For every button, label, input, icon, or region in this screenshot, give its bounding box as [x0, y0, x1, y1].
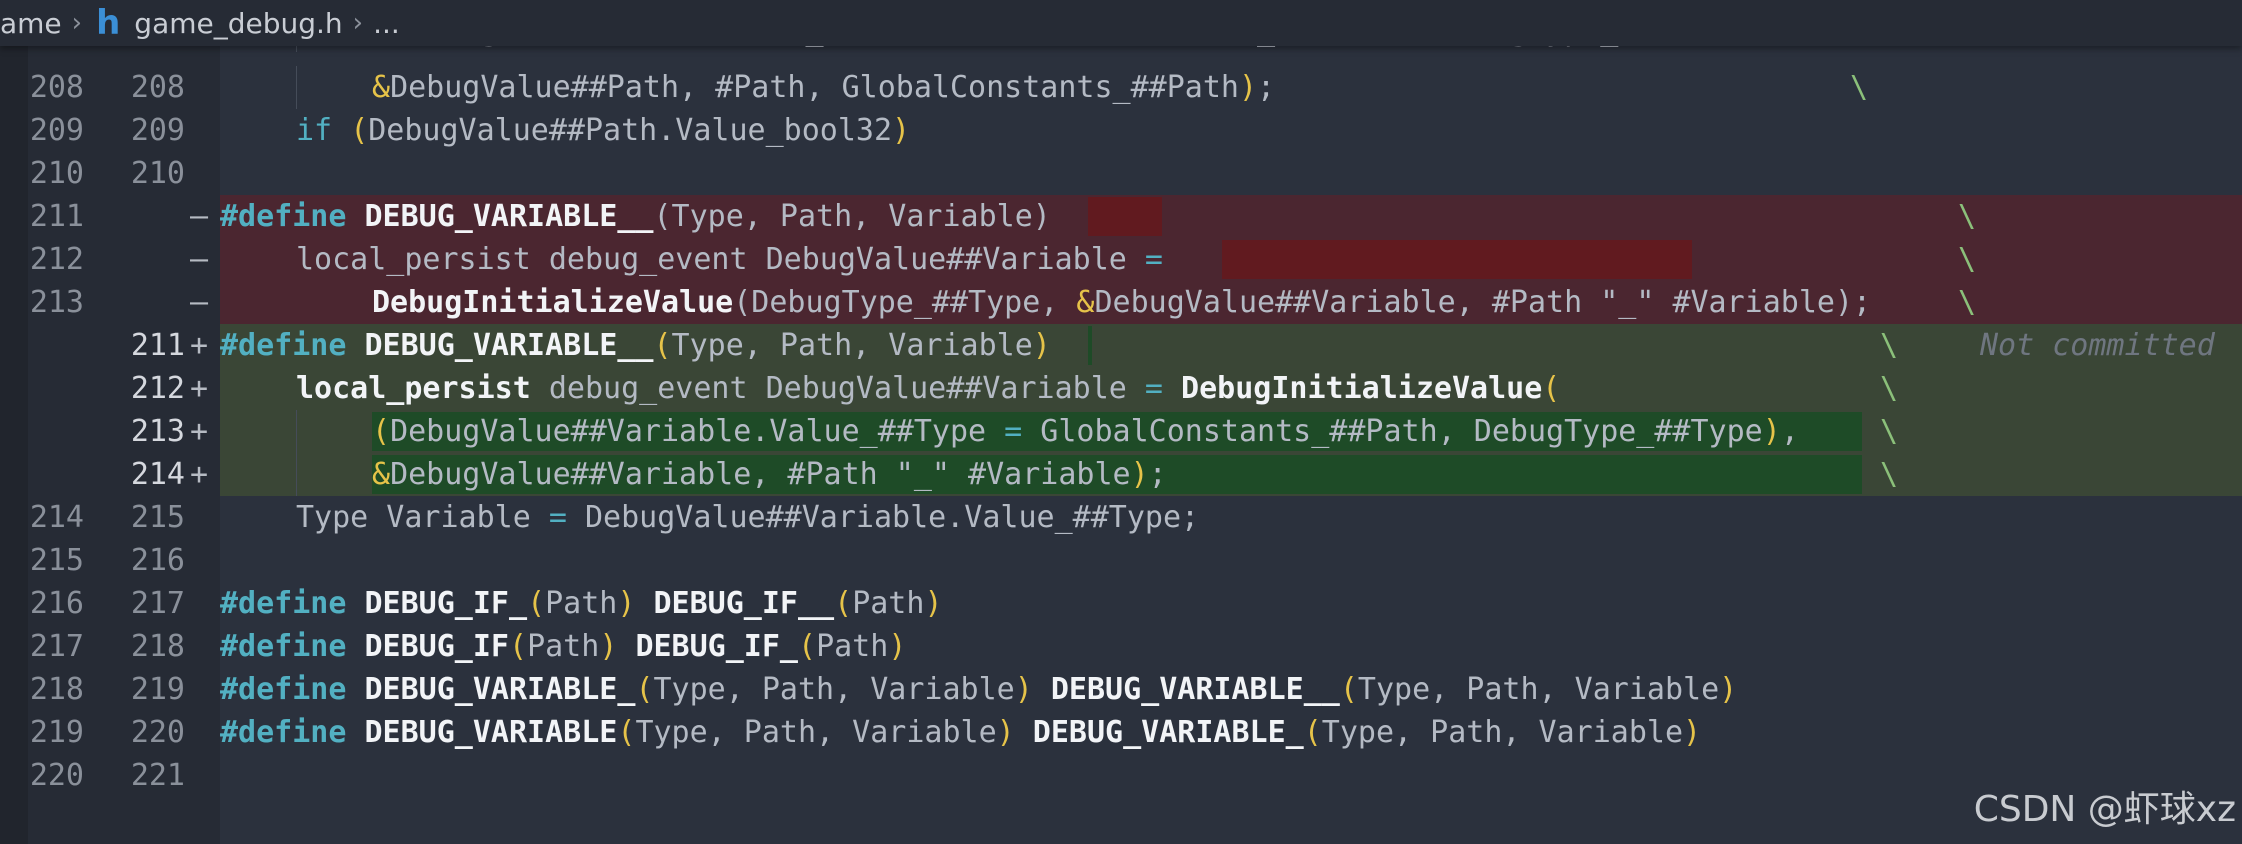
old-line-number: 216	[29, 586, 84, 621]
old-line-number: 215	[29, 543, 84, 578]
line-text: Type Variable = DebugValue##Variable.Val…	[296, 500, 1200, 535]
line-text: #define DEBUG_VARIABLE_(Type, Path, Vari…	[220, 672, 1738, 707]
line-continuation: \	[1880, 328, 1899, 363]
chevron-right-icon: ›	[352, 8, 364, 38]
old-line-number: 219	[29, 715, 84, 750]
code-line[interactable]: 210 210	[0, 152, 2242, 195]
deletion-marker: —	[189, 242, 209, 277]
code-line[interactable]: 219 220 #define DEBUG_VARIABLE(Type, Pat…	[0, 711, 2242, 754]
line-text: #define DEBUG_IF(Path) DEBUG_IF_(Path)	[220, 629, 907, 664]
new-line-number: 214	[130, 457, 185, 492]
line-text: #define DEBUG_IF_(Path) DEBUG_IF__(Path)	[220, 586, 943, 621]
deletion-marker: —	[189, 199, 209, 234]
line-text: if (DebugValue##Path.Value_bool32)	[296, 113, 911, 148]
new-line-number: 208	[130, 70, 185, 105]
code-line[interactable]: 209 209 if (DebugValue##Path.Value_bool3…	[0, 109, 2242, 152]
code-line[interactable]: 218 219 #define DEBUG_VARIABLE_(Type, Pa…	[0, 668, 2242, 711]
old-line-number: 212	[29, 242, 84, 277]
addition-marker: +	[189, 371, 209, 406]
new-line-number: 212	[130, 371, 185, 406]
new-line-number: 215	[130, 500, 185, 535]
line-text: #define DEBUG_VARIABLE__(Type, Path, Var…	[220, 328, 1051, 363]
addition-marker: +	[189, 457, 209, 492]
deleted-line[interactable]: 213 — DebugInitializeValue(DebugType_##T…	[0, 281, 2242, 324]
new-line-number: 220	[130, 715, 185, 750]
old-line-number: 213	[29, 285, 84, 320]
old-line-number: 208	[29, 70, 84, 105]
code-line[interactable]: 214 215 Type Variable = DebugValue##Vari…	[0, 496, 2242, 539]
old-line-number: 209	[29, 113, 84, 148]
line-continuation: \	[1880, 457, 1899, 492]
code-editor[interactable]: 207 207 ((DebugValue##Path.Value_bool32 …	[0, 0, 2242, 844]
line-continuation: \	[1958, 285, 1977, 320]
breadcrumb-file[interactable]: game_debug.h	[134, 7, 342, 40]
new-line-number: 218	[130, 629, 185, 664]
breadcrumb-symbols[interactable]: ...	[373, 7, 400, 40]
old-line-number: 211	[29, 199, 84, 234]
code-line[interactable]: 220 221	[0, 754, 2242, 797]
code-line[interactable]: 216 217 #define DEBUG_IF_(Path) DEBUG_IF…	[0, 582, 2242, 625]
new-line-number: 210	[130, 156, 185, 191]
blame-annotation: Not committed	[1980, 328, 2215, 363]
breadcrumb: ame › h game_debug.h › ...	[0, 0, 2242, 46]
h-file-icon: h	[96, 3, 121, 43]
added-line[interactable]: 214 + &DebugValue##Variable, #Path "_" #…	[0, 453, 2242, 496]
new-line-number: 213	[130, 414, 185, 449]
old-line-number: 218	[29, 672, 84, 707]
new-line-number: 209	[130, 113, 185, 148]
code-line[interactable]: 208 208 &DebugValue##Path, #Path, Global…	[0, 66, 2242, 109]
deletion-marker: —	[189, 285, 209, 320]
line-text: DebugInitializeValue(DebugType_##Type, &…	[372, 285, 1872, 320]
new-line-number: 216	[130, 543, 185, 578]
added-line[interactable]: 211 + #define DEBUG_VARIABLE__(Type, Pat…	[0, 324, 2242, 367]
line-text: #define DEBUG_VARIABLE__(Type, Path, Var…	[220, 199, 1051, 234]
added-line[interactable]: 212 + local_persist debug_event DebugVal…	[0, 367, 2242, 410]
line-text: local_persist debug_event DebugValue##Va…	[296, 371, 1561, 406]
new-line-number: 219	[130, 672, 185, 707]
line-text: &DebugValue##Variable, #Path "_" #Variab…	[372, 457, 1167, 492]
code-line[interactable]: 215 216	[0, 539, 2242, 582]
new-line-number: 221	[130, 758, 185, 793]
added-line[interactable]: 213 + (DebugValue##Variable.Value_##Type…	[0, 410, 2242, 453]
line-continuation: \	[1958, 242, 1977, 277]
deleted-line[interactable]: 212 — local_persist debug_event DebugVal…	[0, 238, 2242, 281]
new-line-number: 211	[130, 328, 185, 363]
addition-marker: +	[189, 414, 209, 449]
code-line[interactable]: 217 218 #define DEBUG_IF(Path) DEBUG_IF_…	[0, 625, 2242, 668]
chevron-right-icon: ›	[71, 8, 83, 38]
line-continuation: \	[1880, 371, 1899, 406]
line-text: local_persist debug_event DebugValue##Va…	[296, 242, 1163, 277]
breadcrumb-folder[interactable]: ame	[0, 7, 62, 40]
deleted-line[interactable]: 211 — #define DEBUG_VARIABLE__(Type, Pat…	[0, 195, 2242, 238]
line-continuation: \	[1880, 414, 1899, 449]
old-line-number: 210	[29, 156, 84, 191]
line-text: #define DEBUG_VARIABLE(Type, Path, Varia…	[220, 715, 1702, 750]
addition-marker: +	[189, 328, 209, 363]
line-text: (DebugValue##Variable.Value_##Type = Glo…	[372, 414, 1799, 449]
watermark: CSDN @虾球xz	[1973, 789, 2236, 830]
old-line-number: 217	[29, 629, 84, 664]
old-line-number: 214	[29, 500, 84, 535]
old-line-number: 220	[29, 758, 84, 793]
new-line-number: 217	[130, 586, 185, 621]
line-continuation: \	[1958, 199, 1977, 234]
line-continuation: \	[1850, 70, 1869, 105]
line-text: &DebugValue##Path, #Path, GlobalConstant…	[372, 70, 1276, 105]
